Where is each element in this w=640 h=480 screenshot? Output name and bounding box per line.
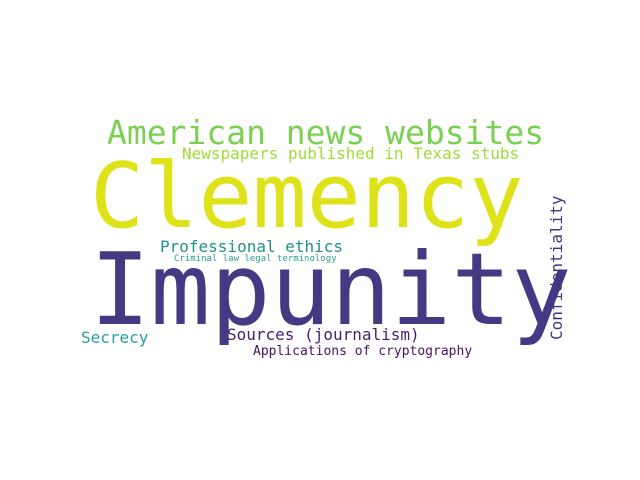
word-clemency: Clemency <box>90 144 524 249</box>
word-applications-of-cryptography: Applications of cryptography <box>253 344 473 359</box>
word-criminal-law-legal-terminology: Criminal law legal terminology <box>174 254 337 264</box>
word-cloud: American news websites Newspapers publis… <box>0 0 640 480</box>
word-confidentiality: Confidentiality <box>547 195 566 341</box>
word-secrecy: Secrecy <box>81 328 149 347</box>
word-professional-ethics: Professional ethics <box>160 237 344 256</box>
word-sources-journalism: Sources (journalism) <box>227 325 420 344</box>
